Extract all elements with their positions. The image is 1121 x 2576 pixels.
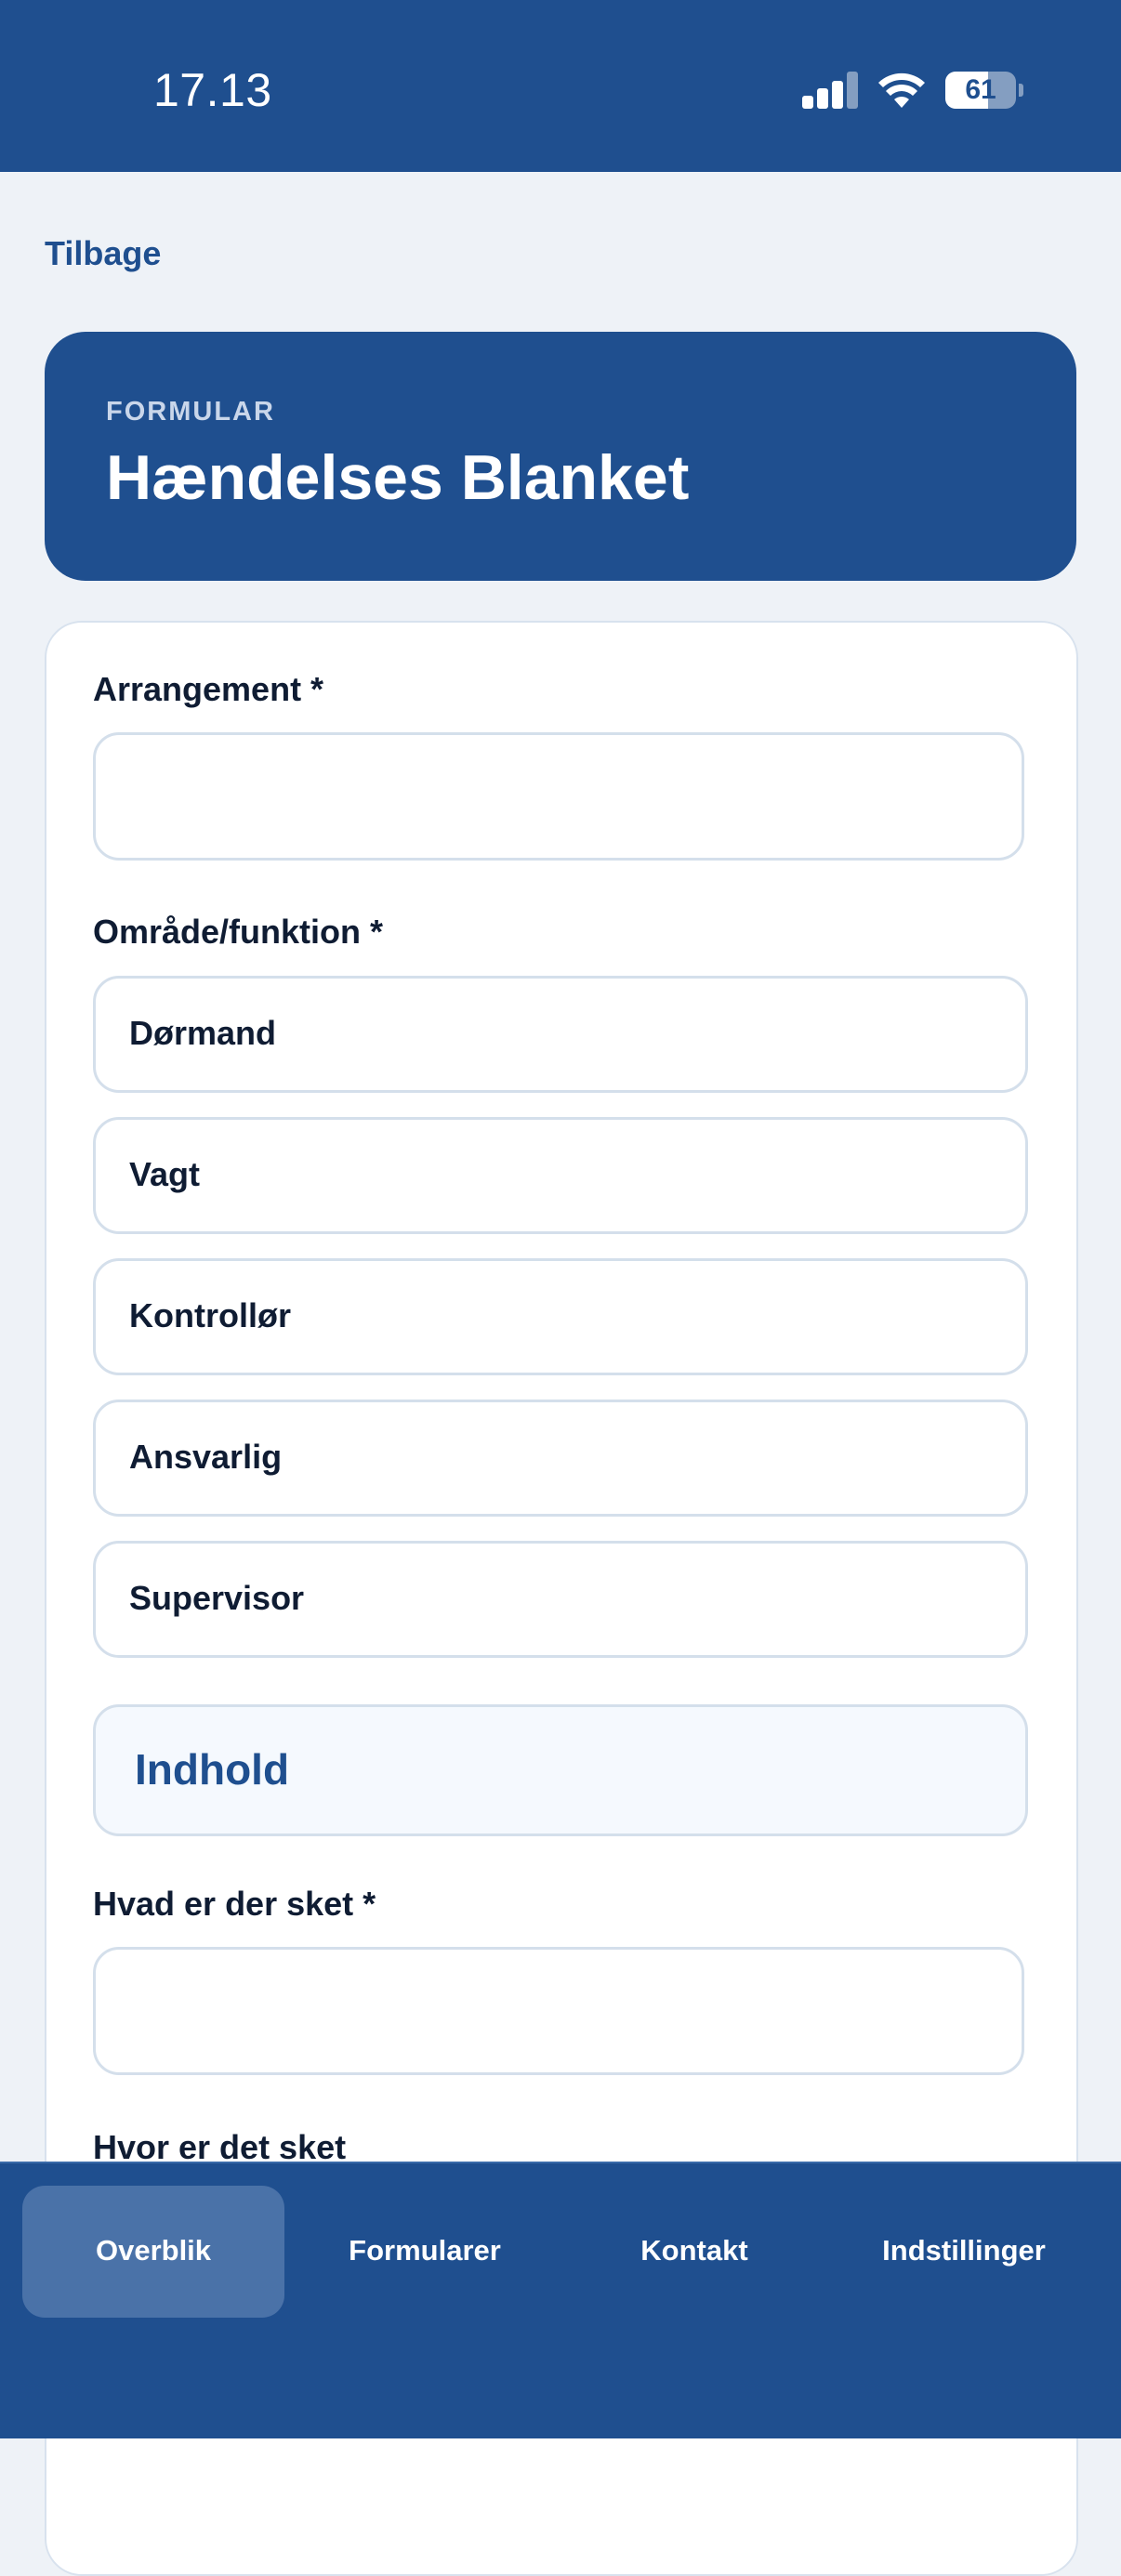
battery-icon: 61 <box>945 72 1016 109</box>
tab-overblik[interactable]: Overblik <box>22 2186 284 2318</box>
signal-icon <box>802 72 858 109</box>
header-eyebrow: FORMULAR <box>106 397 275 427</box>
tab-label: Formularer <box>349 2234 501 2267</box>
option-5[interactable]: Supervisor <box>93 1541 1028 1658</box>
option-label: Ansvarlig <box>129 1438 283 1476</box>
arrangement-label: Arrangement * <box>93 670 324 708</box>
hvad-input[interactable] <box>93 1947 1024 2075</box>
tab-kontakt[interactable]: Kontakt <box>560 2186 829 2318</box>
form-header-card: FORMULAR Hændelses Blanket <box>45 332 1076 581</box>
status-bar: 17.13 61 <box>0 0 1121 172</box>
option-label: Supervisor <box>129 1579 305 1617</box>
battery-tip <box>1019 84 1023 97</box>
tab-label: Overblik <box>95 2234 212 2267</box>
option-label: Vagt <box>129 1155 201 1193</box>
tab-indstillinger[interactable]: Indstillinger <box>829 2186 1099 2318</box>
wifi-icon <box>878 72 925 108</box>
arrangement-input[interactable] <box>93 732 1024 861</box>
option-3[interactable]: Kontrollør <box>93 1258 1028 1375</box>
battery-percent: 61 <box>965 74 996 105</box>
tab-label: Indstillinger <box>882 2234 1046 2267</box>
option-label: Kontrollør <box>129 1296 291 1334</box>
option-label: Dørmand <box>129 1014 277 1052</box>
section-title: Indhold <box>135 1745 290 1794</box>
option-1[interactable]: Dørmand <box>93 976 1028 1093</box>
hvad-label: Hvad er der sket * <box>93 1885 376 1923</box>
tab-label: Kontakt <box>640 2234 748 2267</box>
page-title: Hændelses Blanket <box>106 442 690 513</box>
option-2[interactable]: Vagt <box>93 1117 1028 1234</box>
omraade-label: Område/funktion * <box>93 913 384 951</box>
option-4[interactable]: Ansvarlig <box>93 1400 1028 1517</box>
section-header-indhold: Indhold <box>93 1704 1028 1836</box>
tab-formularer[interactable]: Formularer <box>290 2186 560 2318</box>
status-time: 17.13 <box>153 64 272 116</box>
back-link[interactable]: Tilbage <box>45 234 161 273</box>
